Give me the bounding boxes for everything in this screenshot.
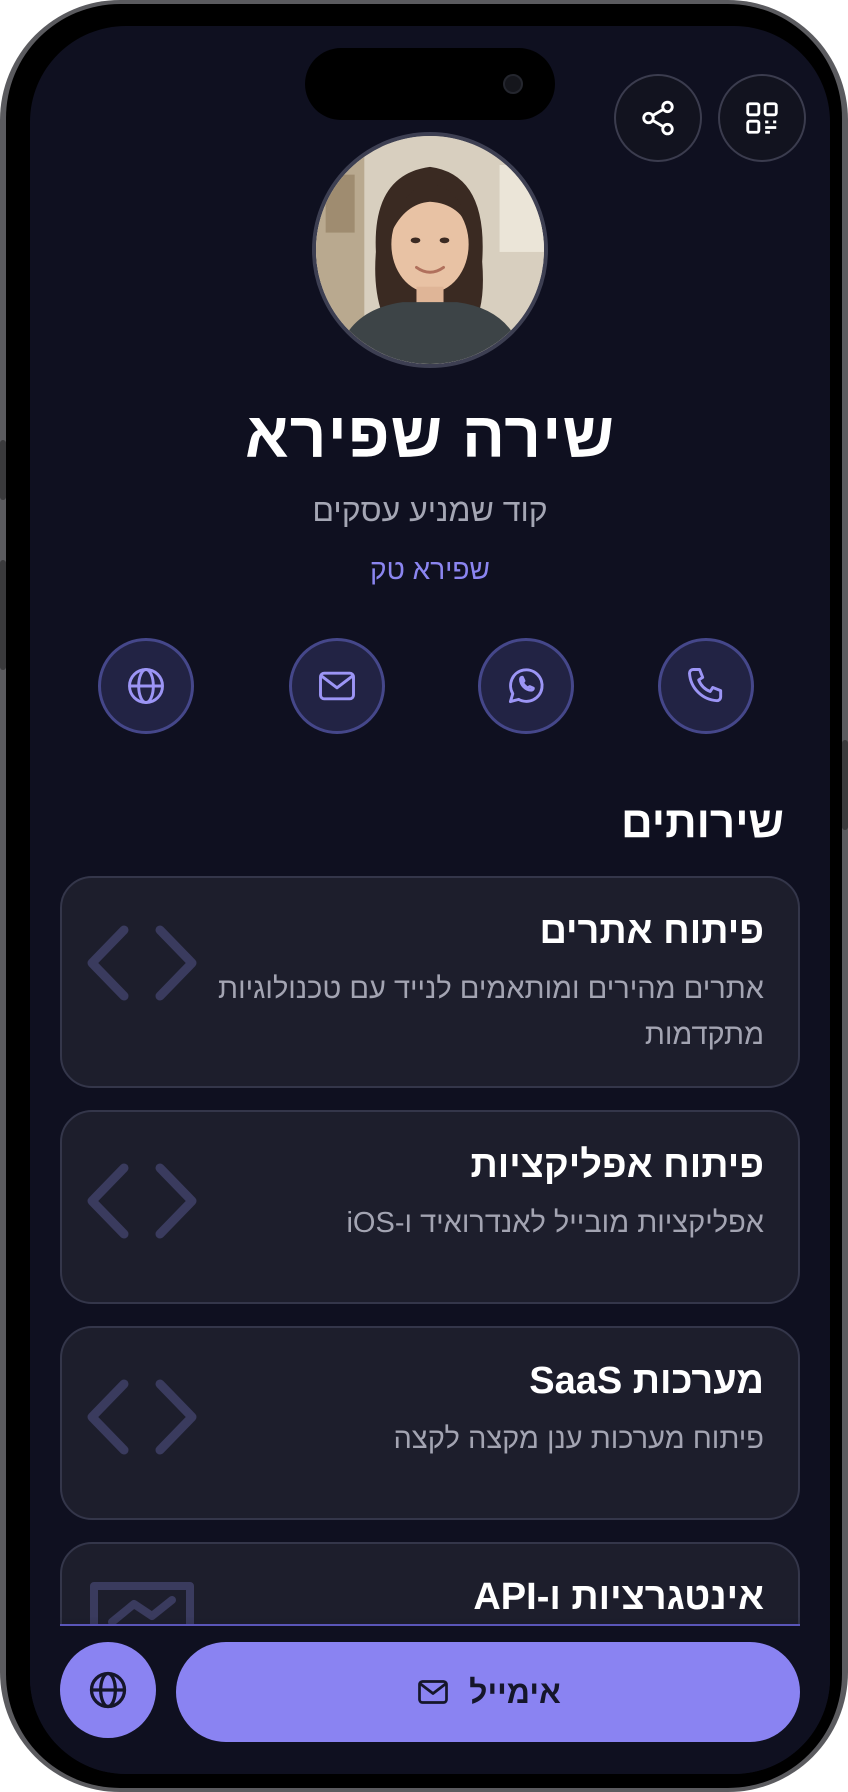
globe-icon [128,668,164,704]
dynamic-island [305,48,555,120]
mail-icon [319,671,355,701]
whatsapp-icon [508,668,544,704]
camera-icon [503,74,523,94]
service-title: פיתוח אתרים [539,910,764,952]
screen: שירה שפירא קוד שמניע עסקים שפירא טק שירו… [30,26,830,1774]
company-name[interactable]: שפירא טק [30,554,830,586]
website-fab-button[interactable] [60,1642,156,1738]
whatsapp-button[interactable] [478,638,574,734]
globe-icon [89,1671,127,1709]
service-card[interactable]: מערכות SaaS פיתוח מערכות ענן מקצה לקצה [60,1326,800,1520]
email-button[interactable] [289,638,385,734]
phone-icon [688,668,723,703]
profile-title: קוד שמניע עסקים [312,492,548,528]
service-title: אינטגרציות ו-API [473,1576,764,1618]
power-button [842,740,848,830]
share-icon [642,100,674,136]
bottom-divider [60,1624,800,1626]
website-button[interactable] [98,638,194,734]
profile-photo [316,136,544,364]
service-card[interactable]: פיתוח אתרים אתרים מהירים ומותאמים לנייד … [60,876,800,1088]
email-cta-button[interactable]: אימייל [176,1642,800,1742]
services-heading: שירותים [620,798,784,847]
service-description: אתרים מהירים ומותאמים לנייד עם טכנולוגיו… [218,973,764,1051]
qr-code-button[interactable] [718,74,806,162]
service-card[interactable]: פיתוח אפליקציות אפליקציות מובייל לאנדרוא… [60,1110,800,1304]
phone-frame: שירה שפירא קוד שמניע עסקים שפירא טק שירו… [0,0,848,1792]
avatar [312,132,548,368]
code-icon [86,1372,198,1462]
service-title: מערכות SaaS [529,1360,764,1402]
share-button[interactable] [614,74,702,162]
code-icon [86,918,198,1008]
service-title: פיתוח אפליקציות [470,1144,764,1186]
phone-button[interactable] [658,638,754,734]
mail-icon [418,1680,449,1704]
qr-code-icon [746,102,778,134]
code-icon [86,1156,198,1246]
service-description: פיתוח מערכות ענן מקצה לקצה [393,1423,764,1455]
email-cta-label: אימייל [469,1673,561,1710]
service-description: אפליקציות מובייל לאנדרואיד ו-iOS [346,1207,764,1239]
profile-name: שירה שפירא [245,399,615,471]
phone-bezel: שירה שפירא קוד שמניע עסקים שפירא טק שירו… [6,4,842,1788]
